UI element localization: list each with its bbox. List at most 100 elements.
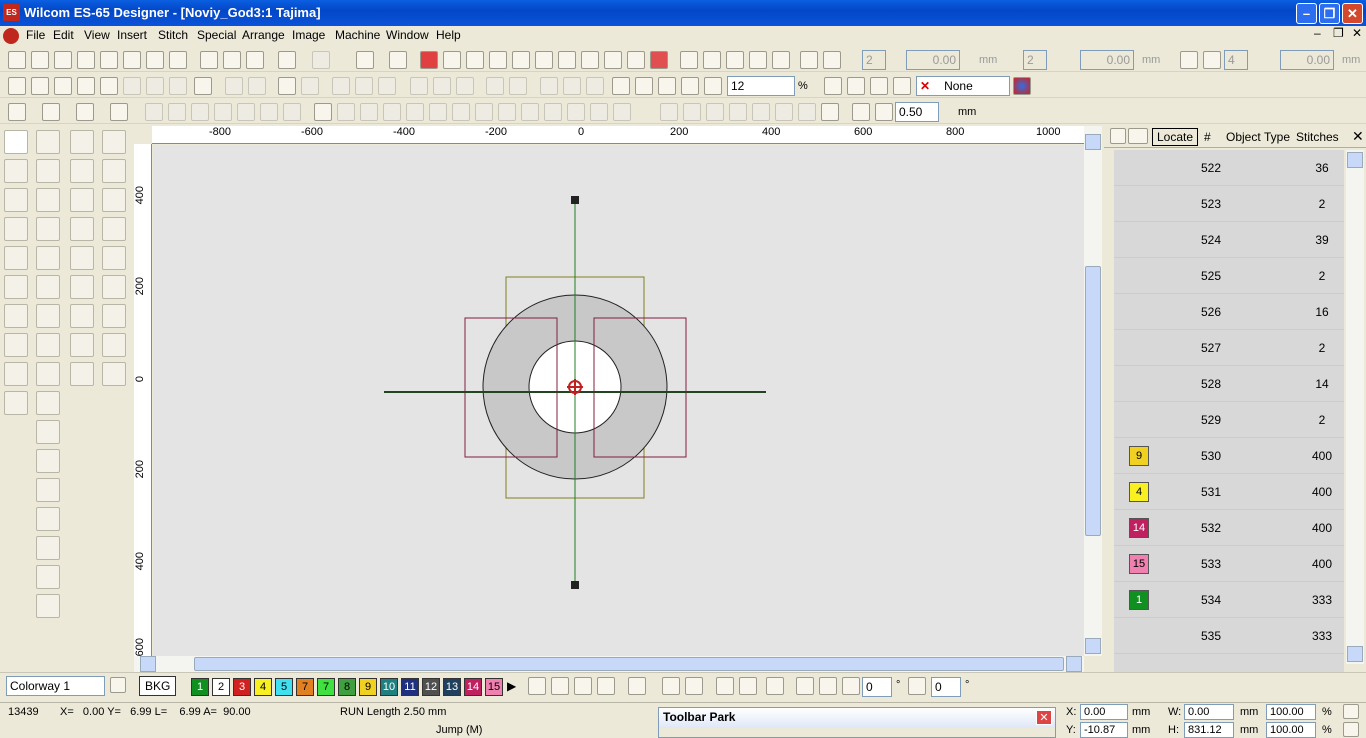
thread-color-12[interactable]: 12 xyxy=(422,678,440,696)
spiral-tool-icon[interactable] xyxy=(36,565,60,589)
list-item[interactable]: 526 16 xyxy=(1114,294,1344,330)
distribute-icon[interactable] xyxy=(823,51,841,69)
monogram-10-icon[interactable] xyxy=(70,333,94,357)
capture-icon[interactable] xyxy=(662,677,680,695)
menu-help[interactable]: Help xyxy=(436,28,461,42)
move-icon[interactable] xyxy=(1180,51,1198,69)
print-icon[interactable] xyxy=(123,51,141,69)
rotate-left-icon[interactable] xyxy=(796,677,814,695)
arc-tool-icon[interactable] xyxy=(102,159,126,183)
color-select[interactable]: ✕ None xyxy=(916,76,1010,96)
step-field[interactable]: 4 xyxy=(1224,50,1248,70)
checklist-icon[interactable] xyxy=(389,51,407,69)
width-percent-field[interactable]: 100.00 xyxy=(1266,704,1316,720)
pattern-icon[interactable] xyxy=(77,77,95,95)
list-item[interactable]: 4 531 400 xyxy=(1114,474,1344,510)
menu-window[interactable]: Window xyxy=(386,28,429,42)
copy-icon[interactable] xyxy=(223,51,241,69)
thread-color-4[interactable]: 4 xyxy=(254,678,272,696)
scroll-up-icon[interactable] xyxy=(1085,134,1101,150)
line-tool-icon[interactable] xyxy=(36,362,60,386)
vertical-tool-icon[interactable] xyxy=(4,333,28,357)
people-tool-icon[interactable] xyxy=(36,304,60,328)
add-color-icon[interactable] xyxy=(528,677,546,695)
node-icon[interactable] xyxy=(870,77,888,95)
ellipse-tool-icon[interactable] xyxy=(102,217,126,241)
toolbar-park-close-icon[interactable]: ✕ xyxy=(1036,710,1052,725)
column-tool-icon[interactable] xyxy=(36,217,60,241)
print-preview-icon[interactable] xyxy=(100,51,118,69)
thread-color-1[interactable]: 1 xyxy=(191,678,209,696)
reshape-tool-icon[interactable] xyxy=(36,130,60,154)
thread-color-9[interactable]: 9 xyxy=(359,678,377,696)
stitch-edit-icon[interactable] xyxy=(76,103,94,121)
scissors-tool-icon[interactable] xyxy=(4,304,28,328)
locate-button[interactable]: Locate xyxy=(1152,128,1199,146)
thread-color-13[interactable]: 13 xyxy=(443,678,461,696)
menu-insert[interactable]: Insert xyxy=(117,28,147,42)
color-wheel-icon[interactable] xyxy=(1013,77,1031,95)
satin-icon[interactable] xyxy=(314,103,332,121)
color-fill-icon[interactable] xyxy=(852,103,870,121)
lettering-tool-icon[interactable] xyxy=(36,275,60,299)
list-item[interactable]: 9 530 400 xyxy=(1114,438,1344,474)
mdi-close-icon[interactable]: ✕ xyxy=(1352,26,1362,40)
copies-field[interactable]: 2 xyxy=(862,50,886,70)
horizontal-scroll-thumb[interactable] xyxy=(194,657,1064,671)
list-item[interactable]: 15 533 400 xyxy=(1114,546,1344,582)
show-all-icon[interactable] xyxy=(356,51,374,69)
zoom-box-icon[interactable] xyxy=(658,77,676,95)
overlap-icon[interactable] xyxy=(824,77,842,95)
menu-machine[interactable]: Machine xyxy=(335,28,380,42)
list-item[interactable]: 14 532 400 xyxy=(1114,510,1344,546)
wave-tool-icon[interactable] xyxy=(4,246,28,270)
globe-tool-icon[interactable] xyxy=(36,246,60,270)
thread-color-3[interactable]: 3 xyxy=(233,678,251,696)
menu-edit[interactable]: Edit xyxy=(53,28,74,42)
outline-icon[interactable] xyxy=(466,51,484,69)
select-arrow-icon[interactable] xyxy=(8,103,26,121)
select-tool-icon[interactable] xyxy=(4,130,28,154)
height-field[interactable]: 831.12 xyxy=(1184,722,1234,738)
list-item[interactable]: 522 36 xyxy=(1114,150,1344,186)
menu-image[interactable]: Image xyxy=(292,28,325,42)
needle-icon[interactable] xyxy=(54,77,72,95)
lasso-tool-icon[interactable] xyxy=(4,159,28,183)
expand-all-icon[interactable] xyxy=(1128,128,1148,144)
zoom-out-icon[interactable] xyxy=(704,77,722,95)
zoom-select[interactable]: 12 xyxy=(727,76,795,96)
collapse-all-icon[interactable] xyxy=(1110,128,1126,144)
backstitch-tool-icon[interactable] xyxy=(36,478,60,502)
save-disk-icon[interactable] xyxy=(685,677,703,695)
fill-icon[interactable] xyxy=(420,51,438,69)
motif-2-tool-icon[interactable] xyxy=(70,188,94,212)
reshape-object-icon[interactable] xyxy=(42,103,60,121)
width-field[interactable]: 0.00 xyxy=(1184,704,1234,720)
maximize-button[interactable]: ❐ xyxy=(1319,3,1340,24)
new-icon[interactable] xyxy=(8,51,26,69)
hoop-icon[interactable] xyxy=(581,51,599,69)
effect-8-icon[interactable] xyxy=(821,103,839,121)
fill-tool-icon[interactable] xyxy=(102,275,126,299)
menu-stitch[interactable]: Stitch xyxy=(158,28,188,42)
ring-tool-icon[interactable] xyxy=(4,391,28,415)
circle-cut-tool-icon[interactable] xyxy=(36,188,60,212)
colorway-icon[interactable] xyxy=(110,677,126,693)
redo-icon[interactable] xyxy=(312,51,330,69)
list-item[interactable]: 525 2 xyxy=(1114,258,1344,294)
justify-icon[interactable] xyxy=(739,677,757,695)
lock-proportions-icon[interactable] xyxy=(1343,704,1359,719)
stitch-tool-icon[interactable] xyxy=(4,217,28,241)
thread-color-14[interactable]: 14 xyxy=(464,678,482,696)
x-field[interactable]: 0.00 xyxy=(1080,704,1128,720)
remove-color-icon[interactable] xyxy=(551,677,569,695)
branch-tool-icon[interactable] xyxy=(4,188,28,212)
triple-run-tool-icon[interactable] xyxy=(36,420,60,444)
palette-icon[interactable] xyxy=(650,51,668,69)
print-setup-icon[interactable] xyxy=(146,51,164,69)
open-icon[interactable] xyxy=(31,51,49,69)
spacing-field[interactable]: 0.00 xyxy=(906,50,960,70)
shape-icon[interactable] xyxy=(194,77,212,95)
round-tool-icon[interactable] xyxy=(36,594,60,618)
rotate-icon[interactable] xyxy=(842,677,860,695)
